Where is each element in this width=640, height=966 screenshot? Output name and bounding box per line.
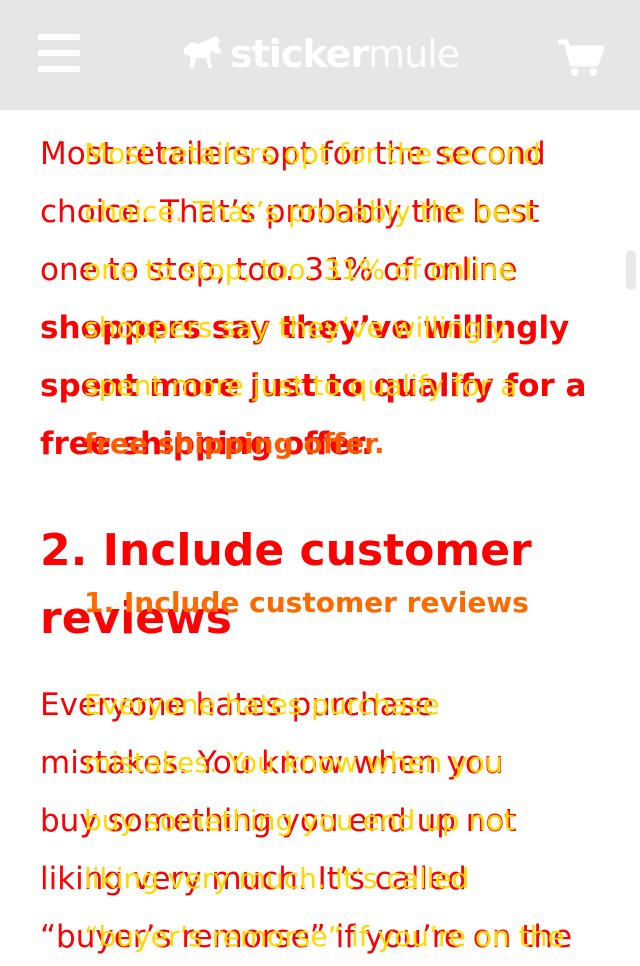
paragraph-line: shoppers say they’ve willingly xyxy=(84,311,507,344)
stickermule-logo[interactable]: stickermule xyxy=(180,30,460,78)
paragraph-line: “buyer’s remorse” if you’re on the xyxy=(84,920,565,953)
section-subheading: 1. Include customer reviews xyxy=(84,586,529,619)
hamburger-menu-icon[interactable] xyxy=(38,34,80,72)
paragraph-line: Everyone hates purchase xyxy=(84,688,440,721)
paragraph-line: spent more just to qualify for a xyxy=(84,369,518,402)
paragraph-line: buy something you end up not xyxy=(84,804,515,837)
mule-logo-icon xyxy=(184,36,222,68)
logo-text-thin: mule xyxy=(368,32,460,76)
paragraph-line: liking very much. It’s called xyxy=(84,862,470,895)
paragraph-line: choice. That’s probably the best xyxy=(84,195,536,228)
paragraph-line: one to stop, too. 31% of online xyxy=(84,253,516,286)
paragraph-line: Most retailers opt for the second xyxy=(84,137,541,170)
section-heading: 2. Include customer xyxy=(40,525,532,576)
app-header: stickermule xyxy=(0,0,640,110)
logo-text-main: sticker xyxy=(230,32,369,76)
paragraph-line: mistakes. You know when you xyxy=(84,746,503,779)
paragraph-line: free shipping offer. xyxy=(84,427,385,460)
shopping-cart-icon[interactable] xyxy=(556,38,604,78)
scrollbar-thumb[interactable] xyxy=(626,250,636,290)
